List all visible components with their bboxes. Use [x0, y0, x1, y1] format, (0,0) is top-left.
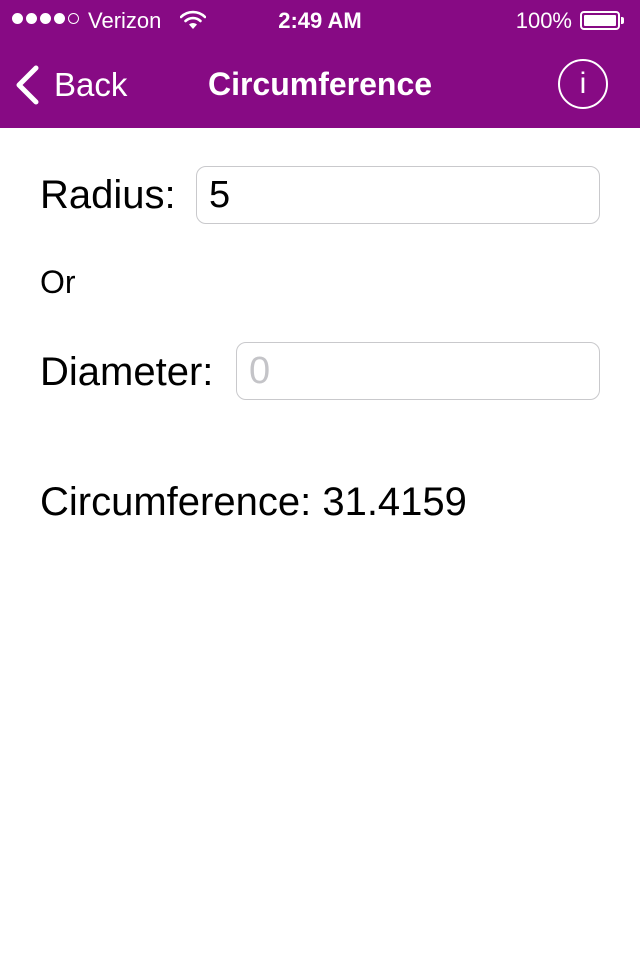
status-bar: Verizon 2:49 AM 100% [0, 0, 640, 40]
back-label: Back [54, 66, 128, 103]
radius-input[interactable] [196, 166, 600, 224]
page-title: Circumference [207, 66, 433, 102]
info-button[interactable]: i [558, 59, 608, 109]
diameter-label: Diameter: [40, 350, 214, 394]
battery-percent: 100% [515, 8, 572, 33]
battery-fill [584, 15, 616, 26]
screen: Verizon 2:49 AM 100% Back Circumference [0, 0, 640, 960]
circumference-result: Circumference: 31.4159 [40, 478, 467, 526]
battery-shell [580, 11, 620, 30]
or-separator: Or [40, 264, 76, 300]
top-bar: Verizon 2:49 AM 100% Back Circumference [0, 0, 640, 128]
battery-nub [621, 17, 624, 24]
radius-label: Radius: [40, 173, 176, 217]
result-value: 31.4159 [322, 480, 467, 524]
result-label: Circumference: [40, 480, 312, 524]
back-button[interactable]: Back [14, 62, 127, 108]
info-circle-icon: i [579, 67, 587, 100]
battery-icon [580, 11, 626, 30]
chevron-left-icon [16, 65, 39, 105]
diameter-input[interactable] [236, 342, 600, 400]
